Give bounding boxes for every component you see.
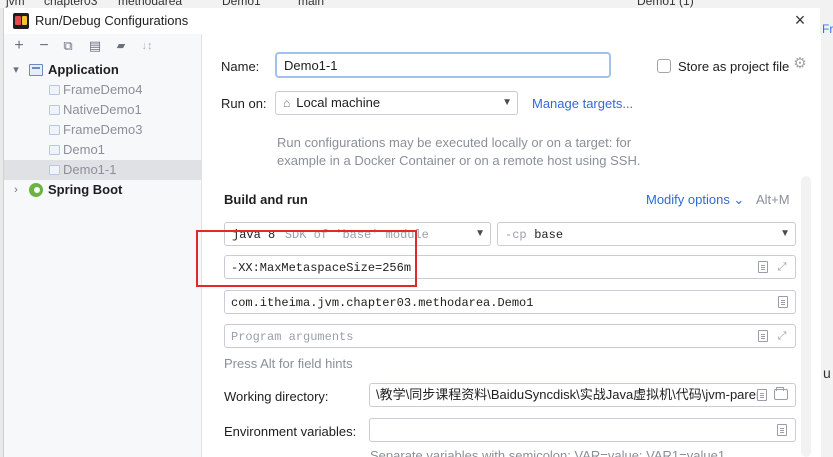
tree-item-selected[interactable]: Demo1-1 <box>4 160 202 180</box>
jdk-hint: SDK of 'base' module <box>284 228 429 242</box>
store-as-project-checkbox[interactable] <box>657 59 671 73</box>
ide-breadcrumb-main[interactable]: main <box>298 0 324 8</box>
folder-icon[interactable]: ▰ <box>112 37 130 55</box>
scrollbar[interactable] <box>801 176 811 457</box>
tree-item[interactable]: Demo1 <box>4 140 202 160</box>
chevron-down-icon[interactable]: ▾ <box>10 60 22 80</box>
document-icon[interactable] <box>758 261 768 273</box>
add-icon[interactable]: + <box>10 37 28 55</box>
config-icon <box>49 165 60 175</box>
document-icon[interactable] <box>777 424 787 436</box>
program-arguments-field[interactable]: Program arguments ⤢ <box>224 324 796 348</box>
name-field[interactable] <box>275 52 611 78</box>
tree-group-application[interactable]: ▾ Application <box>4 60 202 80</box>
vm-options-value: -XX:MaxMetaspaceSize=256m <box>231 261 412 275</box>
field-hints-text: Press Alt for field hints <box>224 356 353 371</box>
main-class-value: com.itheima.jvm.chapter03.methodarea.Dem… <box>231 296 534 310</box>
chevron-down-icon: ▼ <box>502 97 512 108</box>
run-on-help-text: Run configurations may be executed local… <box>277 135 641 168</box>
tree-item-label: FrameDemo3 <box>63 122 143 137</box>
tree-item[interactable]: FrameDemo3 <box>4 120 202 140</box>
sort-icon[interactable]: ↓↕ <box>138 37 156 55</box>
folder-icon[interactable] <box>774 387 788 400</box>
environment-variables-hint: Separate variables with semicolon: VAR=v… <box>370 448 726 457</box>
vm-options-field[interactable]: -XX:MaxMetaspaceSize=256m ⤢ <box>224 255 796 279</box>
ide-tab-strip: jvm chapter03 methodarea Demo1 main Demo… <box>0 0 833 8</box>
tree-group-label: Application <box>48 62 119 77</box>
tree-item-label: Demo1-1 <box>63 162 117 177</box>
document-icon[interactable] <box>757 389 767 401</box>
working-directory-field[interactable]: \教学\同步课程资料\BaiduSyncdisk\实战Java虚拟机\代码\jv… <box>369 383 796 407</box>
name-label: Name: <box>221 59 260 74</box>
store-as-project-label: Store as project file <box>678 59 790 74</box>
copy-icon[interactable]: ⧉ <box>59 37 77 55</box>
tree-item-label: FrameDemo4 <box>63 82 143 97</box>
ide-right-text: u <box>823 365 831 381</box>
ide-breadcrumb-methodarea[interactable]: methodarea <box>118 0 182 8</box>
dialog-title: Run/Debug Configurations <box>35 13 189 28</box>
run-on-label: Run on: <box>221 96 267 111</box>
environment-variables-field[interactable] <box>369 418 796 442</box>
config-icon <box>49 85 60 95</box>
program-arguments-placeholder: Program arguments <box>231 330 354 344</box>
document-icon[interactable] <box>778 296 788 308</box>
tree-item[interactable]: FrameDemo4 <box>4 80 202 100</box>
run-on-dropdown[interactable]: ⌂ Local machine ▼ <box>275 91 518 115</box>
config-icon <box>49 125 60 135</box>
main-class-field[interactable]: com.itheima.jvm.chapter03.methodarea.Dem… <box>224 290 796 314</box>
manage-targets-link[interactable]: Manage targets... <box>532 96 633 111</box>
tree-group-spring-boot[interactable]: › Spring Boot <box>4 180 202 200</box>
gear-icon[interactable]: ⚙ <box>792 56 808 72</box>
build-and-run-heading: Build and run <box>224 192 308 207</box>
close-icon[interactable]: × <box>790 10 810 30</box>
config-icon <box>49 145 60 155</box>
ide-breadcrumb-jvm[interactable]: jvm <box>6 0 25 8</box>
modify-options-link[interactable]: Modify options ⌄ <box>646 192 744 208</box>
config-icon <box>49 105 60 115</box>
ide-run-config-selector[interactable]: Demo1 (1) <box>637 0 694 8</box>
application-icon <box>29 64 43 76</box>
home-icon: ⌂ <box>283 96 291 110</box>
working-directory-label: Working directory: <box>224 389 329 404</box>
run-debug-dialog: Run/Debug Configurations × + − ⧉ ▤ ▰ ↓↕ … <box>3 8 821 457</box>
expand-icon[interactable]: ⤢ <box>776 330 788 342</box>
working-directory-value: \教学\同步课程资料\BaiduSyncdisk\实战Java虚拟机\代码\jv… <box>376 387 767 402</box>
ide-right-link[interactable]: Fra <box>822 22 833 36</box>
save-icon[interactable]: ▤ <box>86 37 104 55</box>
classpath-value: base <box>534 228 564 242</box>
expand-icon[interactable]: ⤢ <box>776 261 788 273</box>
chevron-down-icon: ▼ <box>475 228 485 239</box>
classpath-dropdown[interactable]: -cp base ▼ <box>497 222 796 246</box>
intellij-logo-icon <box>13 13 29 29</box>
tree-item-label: Demo1 <box>63 142 105 157</box>
environment-variables-label: Environment variables: <box>224 424 357 439</box>
ide-breadcrumb-chapter03[interactable]: chapter03 <box>44 0 97 8</box>
tree-group-label: Spring Boot <box>48 182 123 197</box>
remove-icon[interactable]: − <box>35 37 53 55</box>
chevron-down-icon: ▼ <box>780 228 790 239</box>
spring-boot-icon <box>29 183 43 197</box>
jdk-dropdown[interactable]: java 8 SDK of 'base' module ▼ <box>224 222 491 246</box>
tree-toolbar: + − ⧉ ▤ ▰ ↓↕ <box>4 34 202 58</box>
chevron-right-icon[interactable]: › <box>10 180 22 200</box>
tree-item-label: NativeDemo1 <box>63 102 142 117</box>
jdk-value: java 8 <box>232 228 276 242</box>
configuration-editor: Name: Store as project file ⚙ Run on: ⌂ L… <box>203 34 821 457</box>
dialog-titlebar: Run/Debug Configurations × <box>4 8 821 34</box>
classpath-prefix: -cp <box>505 228 527 242</box>
tree-item[interactable]: NativeDemo1 <box>4 100 202 120</box>
configurations-tree-panel: + − ⧉ ▤ ▰ ↓↕ ▾ Application FrameDemo4 Na… <box>4 34 202 457</box>
ide-right-edge: Fra u <box>820 0 833 457</box>
run-on-value: Local machine <box>296 95 381 110</box>
document-icon[interactable] <box>758 330 768 342</box>
ide-breadcrumb-demo1[interactable]: Demo1 <box>222 0 261 8</box>
modify-options-shortcut: Alt+M <box>756 192 790 207</box>
